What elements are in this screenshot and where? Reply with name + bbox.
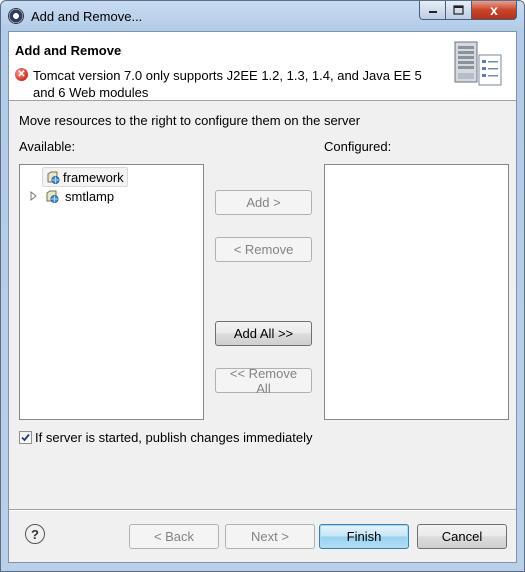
tree-item-label: smtlamp	[65, 188, 115, 204]
maximize-icon	[453, 5, 464, 15]
configured-list[interactable]	[324, 164, 509, 420]
tree-item-smtlamp[interactable]: smtlamp	[28, 187, 114, 205]
checkmark-icon	[21, 433, 30, 442]
web-project-icon	[46, 190, 59, 203]
back-button[interactable]: < Back	[129, 524, 219, 549]
remove-button[interactable]: < Remove	[215, 237, 312, 262]
web-project-icon	[47, 171, 60, 184]
tree-item-framework[interactable]: framework	[42, 167, 128, 187]
cancel-button[interactable]: Cancel	[417, 524, 507, 549]
minimize-button[interactable]	[419, 1, 446, 20]
add-all-button[interactable]: Add All >>	[215, 321, 312, 346]
minimize-icon	[428, 11, 437, 13]
help-icon: ?	[31, 526, 39, 542]
error-icon: ✕	[15, 68, 28, 81]
finish-button[interactable]: Finish	[319, 524, 409, 549]
server-icon	[454, 41, 502, 86]
configured-label: Configured:	[324, 139, 392, 154]
publish-checkbox[interactable]	[19, 431, 32, 444]
remove-all-button[interactable]: << Remove All	[215, 366, 312, 396]
instruction-text: Move resources to the right to configure…	[19, 113, 361, 128]
window-title: Add and Remove...	[31, 9, 143, 24]
expand-arrow-icon[interactable]	[30, 191, 38, 201]
eclipse-app-icon	[8, 8, 24, 24]
available-label: Available:	[19, 139, 76, 154]
publish-option[interactable]: If server is started, publish changes im…	[19, 430, 312, 445]
close-button[interactable]: x	[471, 1, 517, 20]
wizard-header: Add and Remove ✕ Tomcat version 7.0 only…	[9, 32, 516, 101]
help-button[interactable]: ?	[25, 524, 45, 544]
footer-separator	[9, 509, 516, 511]
next-button[interactable]: Next >	[225, 524, 315, 549]
add-button[interactable]: Add >	[215, 190, 312, 215]
error-message: Tomcat version 7.0 only supports J2EE 1.…	[33, 68, 422, 100]
available-list[interactable]: framework smtlamp	[19, 164, 204, 420]
title-bar[interactable]: Add and Remove... x	[1, 1, 524, 31]
publish-checkbox-label: If server is started, publish changes im…	[35, 430, 313, 445]
dialog-body: Add and Remove ✕ Tomcat version 7.0 only…	[8, 31, 517, 563]
close-icon: x	[490, 2, 498, 18]
maximize-button[interactable]	[445, 1, 472, 20]
tree-item-label: framework	[63, 169, 124, 185]
header-title: Add and Remove	[15, 43, 122, 58]
dialog-window: Add and Remove... x Add and Remove ✕ Tom…	[0, 0, 525, 572]
